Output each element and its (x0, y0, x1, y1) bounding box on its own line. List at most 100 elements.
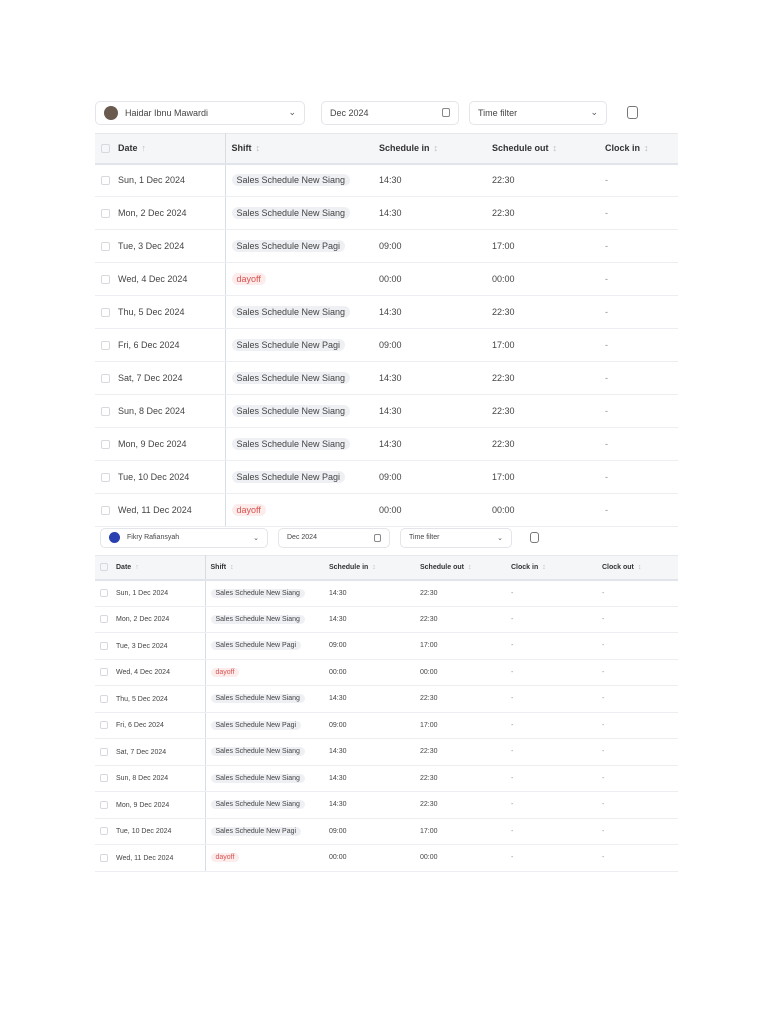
row-checkbox[interactable] (101, 341, 110, 351)
table-row[interactable]: Tue, 3 Dec 2024 Sales Schedule New Pagi 09… (95, 632, 678, 660)
row-checkbox[interactable] (101, 440, 110, 450)
calendar-settings-button[interactable] (617, 101, 647, 125)
time-value: 14:30 (329, 615, 347, 623)
row-checkbox[interactable] (100, 615, 108, 624)
row-checkbox[interactable] (100, 641, 108, 650)
cell-schedule-in: 00:00 (324, 659, 415, 686)
row-checkbox[interactable] (100, 668, 108, 677)
cell-schedule-out: 22:30 (415, 606, 506, 633)
select-all-checkbox[interactable] (100, 563, 108, 572)
calendar-settings-button[interactable] (522, 528, 546, 548)
filter-toolbar: Haidar Ibnu Mawardi ⌄ Dec 2024 Time filt… (95, 100, 678, 125)
table-row[interactable]: Thu, 5 Dec 2024 Sales Schedule New Siang 1… (95, 685, 678, 713)
sort-icon[interactable]: ↕ (468, 564, 472, 571)
table-row[interactable]: Sun, 1 Dec 2024 Sales Schedule New Siang 1… (95, 163, 678, 197)
table-row[interactable]: Fri, 6 Dec 2024 Sales Schedule New Pagi 09… (95, 328, 678, 362)
sort-asc-icon[interactable]: ↑ (135, 564, 139, 571)
column-header-clock-in[interactable]: Clock in ↕ (506, 555, 597, 581)
sort-icon[interactable]: ↕ (434, 143, 439, 153)
sort-icon[interactable]: ↕ (256, 143, 261, 153)
cell-clock-in: - (506, 712, 597, 739)
cell-schedule-in: 14:30 (373, 163, 486, 197)
column-header-date[interactable]: Date ↑ (95, 133, 226, 165)
row-checkbox[interactable] (101, 473, 110, 483)
month-picker[interactable]: Dec 2024 (321, 100, 459, 125)
row-checkbox[interactable] (100, 747, 108, 756)
row-checkbox[interactable] (100, 853, 108, 862)
chevron-down-icon: ⌄ (590, 107, 598, 117)
schedule-panel-1: Haidar Ibnu Mawardi ⌄ Dec 2024 Time filt… (95, 100, 678, 527)
row-checkbox[interactable] (101, 275, 110, 285)
time-value: 00:00 (379, 505, 402, 515)
row-checkbox[interactable] (100, 589, 108, 597)
row-checkbox[interactable] (101, 242, 110, 252)
sort-icon[interactable]: ↕ (230, 564, 234, 571)
cell-schedule-in: 14:30 (324, 606, 415, 633)
column-header-clock-out[interactable]: Clock out ↕ (597, 555, 678, 581)
time-filter-select[interactable]: Time filter ⌄ (469, 100, 607, 125)
row-checkbox[interactable] (100, 800, 108, 809)
row-checkbox[interactable] (100, 694, 108, 703)
column-header-schedule-out[interactable]: Schedule out ↕ (415, 555, 506, 581)
row-checkbox[interactable] (101, 407, 110, 417)
month-picker[interactable]: Dec 2024 (278, 527, 390, 548)
cell-clock-in: - (506, 791, 597, 819)
table-row[interactable]: Tue, 3 Dec 2024 Sales Schedule New Pagi 09… (95, 229, 678, 263)
table-row[interactable]: Mon, 9 Dec 2024 Sales Schedule New Siang 1… (95, 427, 678, 461)
empty-value: - (605, 208, 608, 218)
employee-select[interactable]: Fikry Rafiansyah ⌄ (100, 527, 268, 548)
sort-icon[interactable]: ↕ (372, 564, 376, 571)
table-row[interactable]: Tue, 10 Dec 2024 Sales Schedule New Pagi 0… (95, 818, 678, 845)
table-row[interactable]: Fri, 6 Dec 2024 Sales Schedule New Pagi 09… (95, 712, 678, 739)
table-row[interactable]: Mon, 2 Dec 2024 Sales Schedule New Siang 1… (95, 196, 678, 230)
shift-badge: Sales Schedule New Siang (231, 207, 351, 219)
chevron-down-icon: ⌄ (253, 534, 259, 542)
table-row[interactable]: Wed, 4 Dec 2024 dayoff 00:00 00:00 - - (95, 659, 678, 686)
table-row[interactable]: Sat, 7 Dec 2024 Sales Schedule New Siang 1… (95, 738, 678, 766)
table-row[interactable]: Wed, 11 Dec 2024 dayoff 00:00 00:00 - - (95, 844, 678, 872)
row-checkbox[interactable] (101, 209, 110, 219)
row-checkbox[interactable] (101, 506, 110, 516)
row-checkbox[interactable] (101, 176, 110, 186)
row-checkbox[interactable] (101, 308, 110, 318)
table-row[interactable]: Thu, 5 Dec 2024 Sales Schedule New Siang 1… (95, 295, 678, 329)
empty-value: - (602, 642, 605, 650)
column-header-clock-in[interactable]: Clock in ↕ (599, 133, 678, 165)
time-value: 14:30 (329, 801, 347, 809)
time-filter-select[interactable]: Time filter ⌄ (400, 527, 512, 548)
cell-schedule-in: 09:00 (373, 328, 486, 362)
shift-badge: Sales Schedule New Siang (210, 588, 305, 598)
column-header-shift[interactable]: Shift ↕ (205, 555, 324, 581)
table-row[interactable]: Sun, 1 Dec 2024 Sales Schedule New Siang 1… (95, 579, 678, 607)
cell-shift: Sales Schedule New Siang (225, 196, 373, 230)
table-row[interactable]: Sun, 8 Dec 2024 Sales Schedule New Siang 1… (95, 394, 678, 428)
employee-select[interactable]: Haidar Ibnu Mawardi ⌄ (95, 100, 305, 125)
sort-icon[interactable]: ↕ (638, 564, 642, 571)
sort-asc-icon[interactable]: ↑ (142, 143, 147, 153)
table-row[interactable]: Tue, 10 Dec 2024 Sales Schedule New Pagi 0… (95, 460, 678, 494)
table-row[interactable]: Sun, 8 Dec 2024 Sales Schedule New Siang 1… (95, 765, 678, 792)
cell-schedule-in: 14:30 (324, 765, 415, 792)
sort-icon[interactable]: ↕ (644, 143, 649, 153)
table-row[interactable]: Mon, 9 Dec 2024 Sales Schedule New Siang 1… (95, 791, 678, 819)
select-all-checkbox[interactable] (101, 144, 110, 154)
column-header-shift[interactable]: Shift ↕ (225, 133, 373, 165)
month-value: Dec 2024 (330, 107, 369, 118)
table-row[interactable]: Wed, 4 Dec 2024 dayoff 00:00 00:00 - (95, 262, 678, 296)
table-row[interactable]: Sat, 7 Dec 2024 Sales Schedule New Siang 1… (95, 361, 678, 395)
table-row[interactable]: Wed, 11 Dec 2024 dayoff 00:00 00:00 - (95, 493, 678, 527)
column-header-schedule-out[interactable]: Schedule out ↕ (486, 133, 599, 165)
time-value: 22:30 (420, 695, 438, 703)
column-header-schedule-in[interactable]: Schedule in ↕ (373, 133, 486, 165)
sort-icon[interactable]: ↕ (553, 143, 558, 153)
row-checkbox[interactable] (101, 374, 110, 384)
row-checkbox[interactable] (100, 721, 108, 730)
column-header-date[interactable]: Date ↑ (95, 555, 206, 581)
column-header-schedule-in[interactable]: Schedule in ↕ (324, 555, 415, 581)
table-row[interactable]: Mon, 2 Dec 2024 Sales Schedule New Siang 1… (95, 606, 678, 633)
sort-icon[interactable]: ↕ (542, 564, 546, 571)
cell-shift: Sales Schedule New Pagi (225, 328, 373, 362)
cell-shift: Sales Schedule New Siang (225, 427, 373, 461)
row-checkbox[interactable] (100, 774, 108, 783)
row-checkbox[interactable] (100, 827, 108, 836)
